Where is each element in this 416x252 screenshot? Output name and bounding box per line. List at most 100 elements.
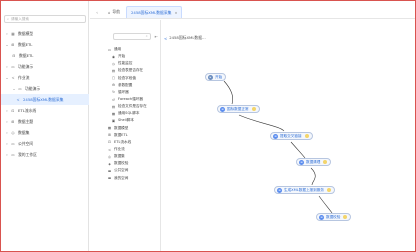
edge-3-to-4: [310, 167, 316, 186]
tab-home[interactable]: ⌂ 导航: [104, 6, 124, 18]
palette-item[interactable]: ▬ 我的空间: [107, 175, 159, 182]
foreach-icon: ↺: [112, 97, 115, 102]
etl-icon: ⊟: [12, 53, 16, 58]
sql-icon: ▦: [111, 111, 116, 116]
nav-item-public[interactable]: › ▭ 公共空间: [1, 138, 89, 149]
palette-item-label: 我的空间: [114, 175, 129, 180]
nav-item-etl[interactable]: ⌄ ⊞ 数据ETL: [1, 39, 89, 50]
nav-item-workflow[interactable]: ⌄ ≺ 作业流: [1, 72, 89, 83]
flow-node-4[interactable]: ≡ 生成XML数据上报到服务: [274, 186, 335, 194]
palette-item[interactable]: ◷ 性能监控: [107, 60, 159, 67]
nav-item-xml-collection[interactable]: ≺ 2458国标XML数据采集: [1, 94, 89, 105]
tab-prev-icon[interactable]: ‹: [92, 6, 102, 18]
palette-item[interactable]: ▦ 通用SQL脚本: [107, 110, 159, 117]
palette-toolbar: ⌕ ⇤: [98, 32, 158, 40]
public-icon: ▬: [107, 168, 112, 173]
node-type-icon: ≡: [273, 133, 278, 139]
node-label: 提取交叉链接: [280, 133, 302, 138]
palette-item[interactable]: ▢ 检查字段值: [107, 75, 159, 82]
nav-search-input[interactable]: ⌕ 请输入搜索: [4, 15, 86, 23]
nav-item-workspace[interactable]: › ▭ 我的工作区: [1, 149, 89, 160]
palette-item[interactable]: ⚙ 参数配置: [107, 82, 159, 89]
palette-item[interactable]: ▦ 数据模型: [107, 125, 159, 132]
palette-item[interactable]: ◉ 开始: [107, 53, 159, 60]
node-type-icon: ≡: [277, 187, 282, 193]
nav-search-placeholder: 请输入搜索: [11, 16, 29, 21]
dataset-icon: ◎: [108, 154, 111, 159]
nav-item-workflow-demo[interactable]: ⌄ ▭ 功能演示: [1, 83, 89, 94]
edge-1-to-2: [238, 114, 285, 132]
palette-item-label: 公共空间: [114, 168, 129, 173]
nav-item-label: 我的工作区: [18, 151, 37, 157]
nav-item-pipeline[interactable]: › ⊡ ETL流水线: [1, 105, 89, 116]
flow-node-5[interactable]: ≡ 数据校验: [316, 213, 352, 221]
node-status-indicator: [323, 160, 328, 164]
table-check-icon: ▤: [111, 68, 116, 73]
palette-item-label: Foreach循环器: [118, 97, 143, 102]
node-type-icon: ≡: [299, 159, 304, 165]
palette-item[interactable]: ◎ 数据集: [107, 153, 159, 160]
palette-item[interactable]: ⊡ ETL流水线: [107, 139, 159, 146]
start-icon: ◉: [112, 54, 115, 59]
nav-item-dataset[interactable]: › ◎ 数据集: [1, 127, 89, 138]
flow-node-3[interactable]: ≡ 数据清理: [296, 158, 332, 166]
palette-item[interactable]: ▣ Shell脚本: [107, 117, 159, 124]
edge-2-to-3: [290, 141, 306, 159]
node-status-indicator: [343, 215, 348, 219]
palette-item[interactable]: ▤ 检查文件是否存在: [107, 103, 159, 110]
nav-item-topic[interactable]: › ⊞ 数据主题: [1, 116, 89, 127]
tab-xml-collection[interactable]: 2458国标XML数据采集 ×: [126, 6, 183, 18]
edge-4-to-5: [318, 195, 333, 214]
nav-item-label: 公共空间: [18, 140, 34, 146]
nav-item-label: 数据模型: [18, 30, 34, 36]
close-icon[interactable]: ×: [174, 11, 177, 15]
workspace-icon: ▭: [11, 152, 15, 157]
palette-item-label: 检查表是否存在: [118, 68, 144, 73]
nav-item-demo[interactable]: › ▭ 功能演示: [1, 61, 89, 72]
node-status-indicator: [304, 134, 309, 138]
public-icon: ▭: [11, 141, 15, 146]
table-icon: ▦: [11, 31, 15, 36]
nav-item-label: 功能演示: [25, 85, 41, 91]
search-icon: ⌕: [7, 17, 10, 21]
flow-node-2[interactable]: ≡ 提取交叉链接: [270, 132, 313, 140]
node-type-icon: ≡: [220, 106, 225, 112]
tab-bar: ‹ ⌂ 导航 2458国标XML数据采集 ×: [90, 1, 415, 19]
palette-item-label: 性能监控: [118, 61, 133, 66]
palette-item[interactable]: ◈ 数据校验: [107, 160, 159, 167]
workflow-icon: ≺: [108, 147, 111, 152]
node-status-indicator: [326, 188, 331, 192]
node-label: 国标数据正常: [227, 106, 249, 111]
flow-node-1[interactable]: ≡ 国标数据正常: [217, 105, 260, 113]
palette-item[interactable]: ▭ 通用: [107, 46, 159, 53]
left-navigation: ⌕ 请输入搜索 › ▦ 数据模型 ⌄ ⊞ 数据ETL ⊟ 数据ETL › ▭ 功…: [1, 1, 89, 251]
palette-item[interactable]: ↻ 循环器: [107, 89, 159, 96]
nav-item-label: 数据集: [18, 129, 30, 135]
palette-item[interactable]: ↺ Foreach循环器: [107, 96, 159, 103]
workflow-icon: ≺: [11, 75, 15, 80]
palette-item[interactable]: ▤ 检查表是否存在: [107, 67, 159, 74]
palette-item-label: 通用: [114, 47, 122, 52]
tab-home-label: 导航: [112, 9, 121, 14]
palette-item[interactable]: ▬ 公共空间: [107, 167, 159, 174]
node-label: 生成XML数据上报到服务: [284, 187, 324, 192]
palette-item-label: 数据ETL: [114, 132, 128, 137]
loop-icon: ↻: [112, 90, 115, 95]
collapse-icon[interactable]: ⇤: [155, 34, 158, 39]
nav-item-data-model[interactable]: › ▦ 数据模型: [1, 28, 89, 39]
file-check-icon: ▤: [111, 104, 116, 109]
nav-item-label: 数据ETL: [18, 41, 33, 47]
workflow-canvas[interactable]: ≺ 2458国标XML数据... ▸ 开始 ≡ 国标数据正常 ≡ 提取交叉链接 …: [162, 20, 415, 251]
palette-item[interactable]: ≺ 作业流: [107, 146, 159, 153]
palette-item-label: 数据校验: [114, 161, 129, 166]
shell-icon: ▣: [111, 118, 116, 123]
nav-item-etl-child[interactable]: ⊟ 数据ETL: [1, 50, 89, 61]
nav-item-label: 数据ETL: [19, 52, 34, 58]
folder-icon: ▭: [18, 86, 22, 91]
flow-node-start[interactable]: ▸ 开始: [205, 73, 227, 81]
monitor-icon: ◷: [112, 61, 115, 66]
folder-icon: ▭: [107, 47, 112, 52]
palette-search-input[interactable]: ⌕: [112, 32, 151, 40]
palette-item[interactable]: ⊞ 数据ETL: [107, 132, 159, 139]
palette-item-label: 通用SQL脚本: [118, 111, 140, 116]
